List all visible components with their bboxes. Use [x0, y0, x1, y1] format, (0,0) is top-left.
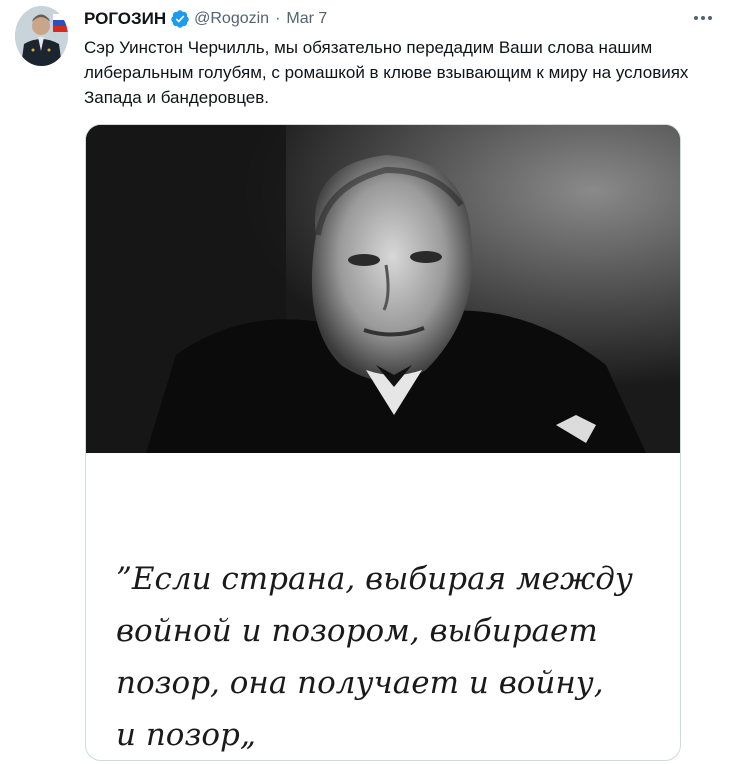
quote-line: позор, она получает и войну, — [116, 665, 604, 701]
quote-line: войной и позором, выбирает — [116, 613, 598, 649]
avatar[interactable] — [15, 6, 68, 66]
quote-line: и позор„ — [116, 717, 256, 753]
more-options-icon[interactable] — [691, 8, 715, 28]
author-handle[interactable]: @Rogozin — [194, 10, 269, 28]
tweet[interactable]: РОГОЗИН @Rogozin · Mar 7 Сэр Уинстон Чер… — [0, 0, 735, 764]
churchill-portrait-image — [86, 125, 680, 453]
quote-text: ”Если страна, выбирая между войной и поз… — [116, 553, 666, 760]
tweet-text: Сэр Уинстон Черчилль, мы обязательно пер… — [84, 38, 689, 107]
tweet-header: РОГОЗИН @Rogozin · Mar 7 — [84, 8, 327, 30]
separator-dot: · — [275, 10, 281, 27]
verified-badge-icon — [170, 9, 190, 29]
tweet-date[interactable]: Mar 7 — [286, 10, 327, 28]
quote-line: ”Если страна, выбирая между — [116, 561, 633, 597]
author-name[interactable]: РОГОЗИН — [84, 9, 166, 29]
tweet-media[interactable]: ”Если страна, выбирая между войной и поз… — [85, 124, 681, 761]
